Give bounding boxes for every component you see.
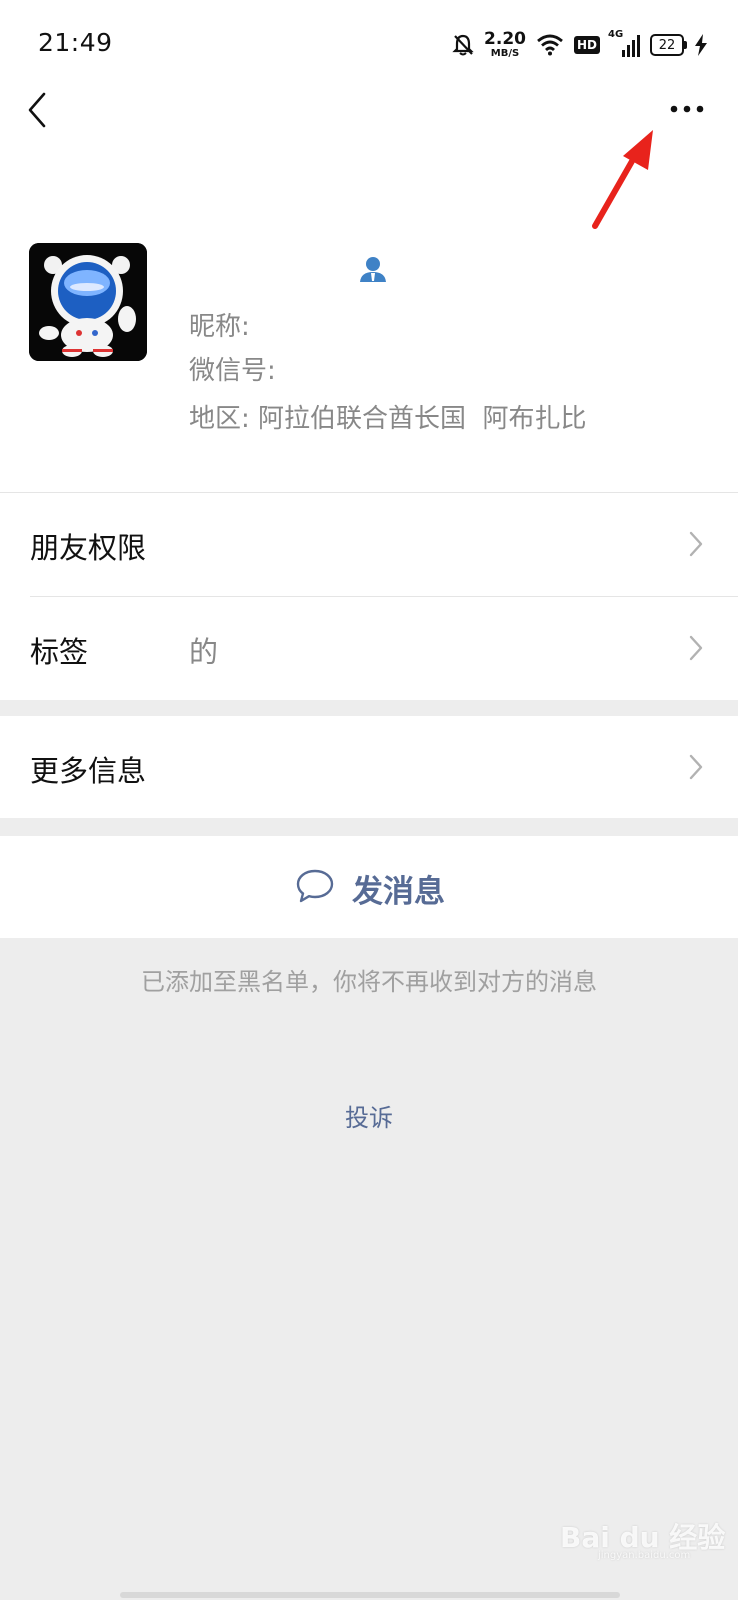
complaint-link[interactable]: 投诉: [0, 1098, 738, 1133]
baidu-watermark: Bai du 经验 jingyan.baidu.com: [560, 1516, 725, 1561]
chevron-right-icon: [689, 754, 703, 780]
row-label: 朋友权限: [30, 531, 147, 565]
region-label: 地区:: [189, 404, 250, 434]
home-indicator[interactable]: [120, 1592, 620, 1598]
avatar[interactable]: [29, 243, 147, 361]
wechat-id-label: 微信号:: [189, 356, 276, 386]
chevron-right-icon: [689, 531, 703, 557]
network-type: 4G: [608, 29, 624, 40]
astronaut-avatar-icon: [29, 243, 147, 361]
net-speed-value: 2.20: [484, 29, 526, 49]
charging-icon: [695, 34, 707, 56]
net-speed-unit: MB/S: [490, 48, 520, 59]
chat-bubble-icon: [296, 869, 334, 903]
more-dots-icon: [670, 105, 704, 113]
wifi-icon: [537, 34, 563, 56]
back-button[interactable]: [22, 88, 62, 132]
row-more-info[interactable]: 更多信息: [0, 716, 738, 818]
net-speed: 2.20 MB/S: [484, 31, 526, 59]
region-line: 地区: 阿拉伯联合酋长国 阿布扎比: [189, 398, 587, 435]
row-friend-permissions[interactable]: 朋友权限: [0, 493, 738, 595]
battery-icon: 22: [650, 34, 687, 56]
section-gap: [0, 818, 738, 836]
annotation-arrow-icon: [592, 130, 653, 229]
row-label: 标签: [30, 635, 89, 669]
signal-icon: 4G: [608, 29, 640, 57]
chevron-right-icon: [689, 635, 703, 661]
send-message-button[interactable]: 发消息: [0, 836, 738, 938]
more-button[interactable]: [660, 94, 710, 124]
blacklist-notice: 已添加至黑名单，你将不再收到对方的消息: [141, 968, 597, 996]
tags-value: 的: [189, 635, 219, 669]
region-value: 阿拉伯联合酋长国 阿布扎比: [258, 404, 587, 434]
status-time: 21:49: [38, 28, 113, 57]
status-icons: 2.20 MB/S HD 4G 22: [452, 28, 708, 62]
send-message-label: 发消息: [352, 874, 445, 910]
row-tags[interactable]: 标签 的: [0, 597, 738, 699]
chevron-left-icon: [28, 92, 46, 128]
hd-icon: HD: [573, 36, 600, 54]
watermark-sub: jingyan.baidu.com: [598, 1550, 691, 1561]
battery-level: 22: [658, 37, 676, 53]
row-label: 更多信息: [30, 754, 147, 788]
section-gap: [0, 700, 738, 716]
nickname-label: 昵称:: [189, 312, 250, 342]
person-icon: [360, 257, 386, 282]
bell-muted-icon: [452, 34, 474, 56]
